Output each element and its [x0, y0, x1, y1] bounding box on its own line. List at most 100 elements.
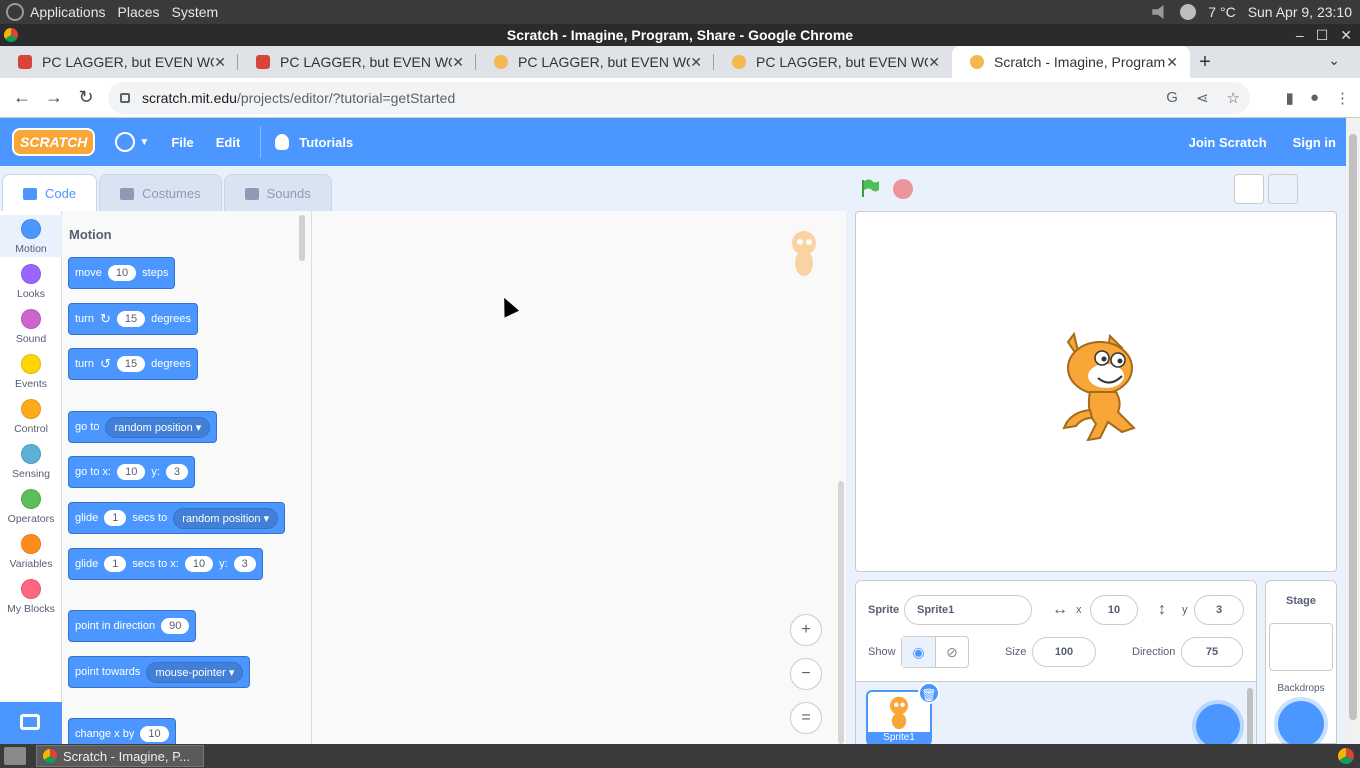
block-input[interactable]: 10 — [184, 556, 214, 572]
category-operators[interactable]: Operators — [0, 489, 62, 525]
share-icon[interactable]: ⋖ — [1196, 89, 1209, 107]
new-tab-button[interactable]: + — [1190, 51, 1220, 74]
zoom-out-button[interactable]: − — [790, 658, 822, 690]
applications-menu[interactable]: Applications — [30, 4, 106, 20]
block-point-towards[interactable]: point towards mouse-pointer ▾ — [68, 656, 251, 688]
tab-costumes[interactable]: Costumes — [99, 174, 222, 212]
sprite-list-scrollbar[interactable] — [1247, 688, 1253, 746]
edit-menu[interactable]: Edit — [216, 135, 241, 150]
green-flag-icon[interactable] — [860, 178, 880, 198]
block-input[interactable]: 10 — [107, 265, 137, 281]
scratch-logo[interactable]: SCRATCH — [12, 128, 96, 156]
sprite-name-input[interactable]: Sprite1 — [904, 595, 1032, 625]
block-input[interactable]: 1 — [104, 510, 127, 526]
size-input[interactable]: 100 — [1032, 637, 1096, 667]
block-input[interactable]: 15 — [116, 311, 146, 327]
tab-close-icon[interactable]: ✕ — [1166, 54, 1178, 71]
clock[interactable]: Sun Apr 9, 23:10 — [1248, 4, 1352, 20]
tab-close-icon[interactable]: ✕ — [928, 54, 940, 71]
y-input[interactable]: 3 — [1194, 595, 1244, 625]
block-dropdown[interactable]: random position ▾ — [105, 416, 211, 438]
back-icon[interactable]: ← — [6, 87, 38, 108]
delete-sprite-icon[interactable]: 🗑 — [918, 682, 940, 704]
category-motion[interactable]: Motion — [0, 215, 62, 257]
browser-tab[interactable]: PC LAGGER, but EVEN WORSE ✕ — [476, 46, 714, 78]
distro-logo-icon[interactable] — [6, 3, 24, 21]
block-input[interactable]: 1 — [104, 556, 127, 572]
side-panel-icon[interactable]: ▮ — [1286, 89, 1294, 107]
block-dropdown[interactable]: random position ▾ — [173, 507, 279, 529]
tab-close-icon[interactable]: ✕ — [690, 54, 702, 71]
tab-sounds[interactable]: Sounds — [223, 174, 332, 212]
minimize-icon[interactable]: – — [1296, 24, 1304, 46]
sign-in-link[interactable]: Sign in — [1293, 135, 1336, 150]
block-point-in-direction[interactable]: point in direction 90 — [68, 610, 197, 642]
x-input[interactable]: 10 — [1090, 595, 1138, 625]
add-extension-button[interactable] — [0, 702, 62, 744]
category-my-blocks[interactable]: My Blocks — [0, 579, 62, 615]
stage-thumbnail[interactable] — [1269, 623, 1333, 671]
browser-tab-active[interactable]: Scratch - Imagine, Program, Share ✕ — [952, 46, 1190, 78]
normal-stage-button[interactable] — [1268, 174, 1298, 204]
file-menu[interactable]: File — [171, 135, 193, 150]
reload-icon[interactable]: ↻ — [70, 87, 102, 108]
block-dropdown[interactable]: mouse-pointer ▾ — [146, 661, 244, 683]
page-scroll-thumb[interactable] — [1349, 134, 1357, 720]
zoom-in-button[interactable]: + — [790, 614, 822, 646]
scratch-cat-sprite[interactable] — [1060, 332, 1156, 448]
script-area[interactable]: + − = — [312, 211, 846, 744]
browser-tab[interactable]: PC LAGGER, but EVEN WORSE ✕ — [238, 46, 476, 78]
lightbulb-icon[interactable] — [275, 134, 290, 150]
google-icon[interactable]: G — [1166, 89, 1178, 107]
category-sensing[interactable]: Sensing — [0, 444, 62, 480]
block-input[interactable]: 90 — [161, 618, 190, 634]
more-menu-icon[interactable]: ⋮ — [1335, 89, 1350, 107]
small-stage-button[interactable] — [1234, 174, 1264, 204]
profile-icon[interactable]: ● — [1310, 89, 1319, 107]
block-turn-left[interactable]: turn ↺ 15 degrees — [68, 348, 198, 380]
direction-input[interactable]: 75 — [1181, 637, 1243, 667]
show-desktop-icon[interactable] — [4, 747, 26, 765]
category-control[interactable]: Control — [0, 399, 62, 435]
weather-temp[interactable]: 7 °C — [1208, 4, 1235, 20]
block-input[interactable]: 3 — [165, 464, 189, 480]
tutorials-menu[interactable]: Tutorials — [299, 135, 353, 150]
browser-tab[interactable]: PC LAGGER, but EVEN WORSE ✕ — [0, 46, 238, 78]
stop-icon[interactable] — [893, 179, 913, 199]
block-go-to-xy[interactable]: go to x: 10 y: 3 — [68, 456, 196, 488]
palette-scrollbar[interactable] — [299, 215, 305, 261]
block-go-to[interactable]: go to random position ▾ — [68, 411, 218, 443]
block-input[interactable]: 15 — [116, 356, 146, 372]
add-sprite-button[interactable] — [1196, 704, 1240, 748]
taskbar-window-button[interactable]: Scratch - Imagine, P... — [36, 745, 204, 767]
script-scrollbar[interactable] — [838, 481, 844, 744]
category-looks[interactable]: Looks — [0, 264, 62, 300]
volume-icon[interactable] — [1152, 5, 1164, 19]
maximize-icon[interactable]: ☐ — [1316, 24, 1329, 46]
join-scratch-link[interactable]: Join Scratch — [1189, 135, 1267, 150]
block-glide-xy[interactable]: glide 1 secs to x: 10 y: 3 — [68, 548, 263, 580]
category-variables[interactable]: Variables — [0, 534, 62, 570]
fullscreen-icon[interactable] — [1305, 174, 1335, 204]
stage-canvas[interactable] — [855, 211, 1337, 572]
category-sound[interactable]: Sound — [0, 309, 62, 345]
block-move-steps[interactable]: move 10 steps — [68, 257, 176, 289]
block-input[interactable]: 10 — [140, 726, 169, 742]
bookmark-star-icon[interactable]: ☆ — [1227, 89, 1240, 107]
url-field[interactable]: scratch.mit.edu/projects/editor/?tutoria… — [108, 82, 1250, 114]
tab-close-icon[interactable]: ✕ — [214, 54, 226, 71]
block-glide[interactable]: glide 1 secs to random position ▾ — [68, 502, 286, 534]
language-globe-icon[interactable] — [115, 132, 136, 152]
block-change-x[interactable]: change x by 10 — [68, 718, 176, 744]
system-menu[interactable]: System — [172, 4, 219, 20]
hide-eye-icon[interactable]: ⊘ — [934, 637, 968, 667]
tab-close-icon[interactable]: ✕ — [452, 54, 464, 71]
tab-search-icon[interactable]: ⌄ — [1328, 52, 1340, 69]
lock-icon[interactable] — [120, 93, 130, 103]
sprite-thumbnail[interactable]: Sprite1 🗑 — [866, 682, 940, 746]
zoom-reset-button[interactable]: = — [790, 702, 822, 734]
tab-code[interactable]: Code — [2, 174, 98, 212]
page-scrollbar[interactable] — [1346, 118, 1360, 744]
forward-icon[interactable]: → — [38, 87, 70, 108]
tray-chrome-icon[interactable] — [1338, 748, 1354, 764]
